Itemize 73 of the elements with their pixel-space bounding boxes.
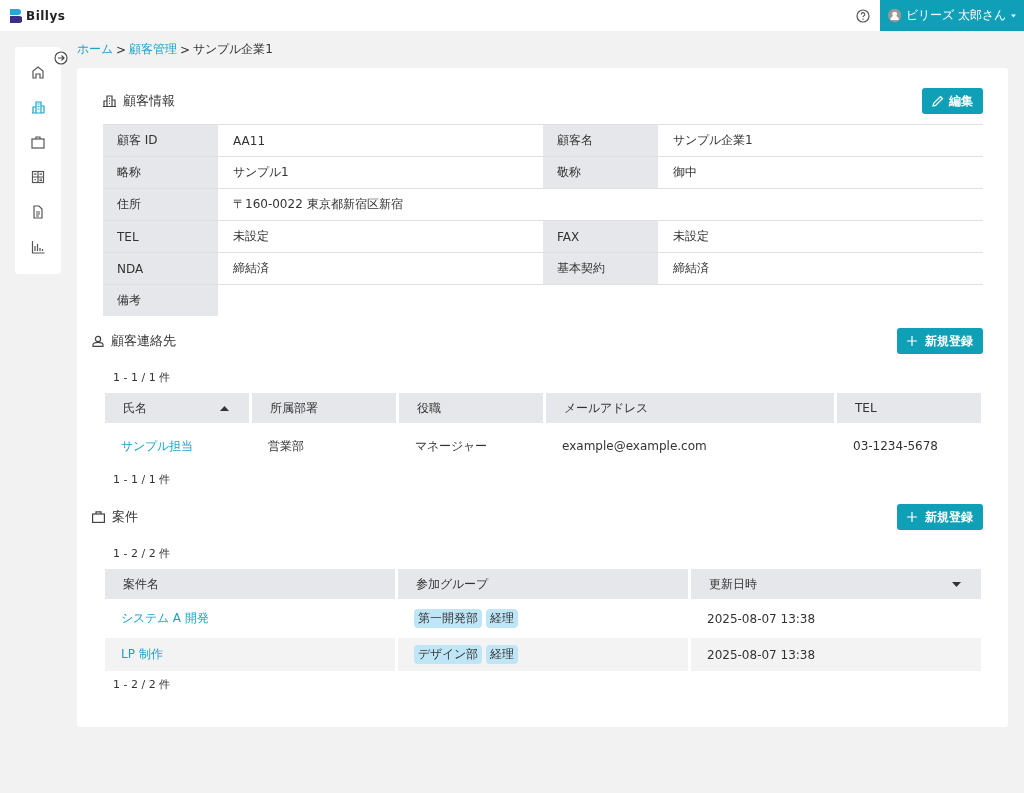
field-value: AA11: [233, 133, 266, 148]
sidebar-chart-icon[interactable]: [31, 240, 45, 254]
table-cell: 営業部: [268, 437, 304, 455]
table-cell: 2025-08-07 13:38: [707, 647, 816, 662]
field-label: 敬称: [543, 157, 658, 188]
plus-icon: [907, 512, 917, 522]
expand-icon[interactable]: [54, 51, 68, 65]
section-title: 顧客情報: [123, 92, 175, 110]
contact-name-link[interactable]: サンプル担当: [121, 437, 193, 455]
record-count: 1 - 2 / 2 件: [113, 676, 172, 693]
column-header[interactable]: TEL: [837, 393, 981, 423]
user-menu-button[interactable]: ビリーズ 太郎さん: [880, 0, 1024, 31]
sidebar-document-icon[interactable]: [31, 205, 45, 219]
group-tag: 経理: [486, 645, 518, 664]
field-value: 締結済: [673, 260, 709, 277]
section-title: 案件: [112, 508, 138, 526]
field-value: 締結済: [233, 260, 269, 277]
group-tag: 第一開発部: [414, 609, 482, 628]
record-count: 1 - 1 / 1 件: [113, 369, 172, 386]
column-header[interactable]: 更新日時: [691, 569, 981, 599]
field-label: NDA: [103, 253, 218, 284]
sidebar-home-icon[interactable]: [31, 65, 45, 79]
column-header[interactable]: メールアドレス: [546, 393, 834, 423]
sidebar-briefcase-icon[interactable]: [31, 135, 45, 149]
field-label: 基本契約: [543, 253, 658, 284]
section-title: 顧客連絡先: [111, 332, 176, 350]
field-label: 略称: [103, 157, 218, 188]
table-cell: 03-1234-5678: [853, 439, 938, 453]
record-count: 1 - 1 / 1 件: [113, 471, 172, 488]
breadcrumb-link[interactable]: 顧客管理: [129, 41, 178, 58]
caret-icon: [1011, 13, 1016, 18]
field-value: サンプル1: [233, 164, 289, 181]
new-button[interactable]: 新規登録: [897, 504, 983, 530]
field-label: 備考: [103, 285, 218, 316]
breadcrumb-separator: >: [116, 42, 127, 57]
field-value: 御中: [673, 164, 697, 181]
avatar-icon: [888, 6, 902, 25]
field-label: 住所: [103, 189, 218, 220]
field-value: サンプル企業1: [673, 132, 753, 149]
column-header[interactable]: 所属部署: [252, 393, 396, 423]
group-tag: 経理: [486, 609, 518, 628]
field-label: FAX: [543, 221, 658, 252]
edit-button[interactable]: 編集: [922, 88, 983, 114]
logo-text: Billys: [26, 8, 66, 23]
field-value: 〒160-0022 東京都新宿区新宿: [233, 196, 403, 213]
breadcrumb-link[interactable]: ホーム: [77, 41, 113, 58]
table-cell: マネージャー: [415, 437, 487, 455]
project-name-link[interactable]: システム A 開発: [121, 610, 209, 627]
column-header[interactable]: 参加グループ: [398, 569, 688, 599]
column-header[interactable]: 案件名: [105, 569, 395, 599]
table-cell: 2025-08-07 13:38: [707, 611, 816, 626]
table-cell: example@example.com: [562, 439, 707, 453]
project-name-link[interactable]: LP 制作: [121, 646, 163, 663]
group-tag: デザイン部: [414, 645, 482, 664]
building-icon: [103, 95, 116, 107]
field-label: TEL: [103, 221, 218, 252]
help-icon[interactable]: [856, 8, 870, 23]
new-button[interactable]: 新規登録: [897, 328, 983, 354]
field-value: 未設定: [673, 228, 709, 245]
column-header[interactable]: 役職: [399, 393, 543, 423]
plus-icon: [907, 336, 917, 346]
briefcase-icon: [92, 511, 105, 523]
person-icon: [92, 335, 104, 347]
field-label: 顧客 ID: [103, 125, 218, 156]
field-value: 未設定: [233, 228, 269, 245]
logo-icon: [10, 8, 22, 23]
pencil-icon: [932, 95, 944, 107]
breadcrumb-current: サンプル企業1: [193, 41, 273, 58]
sidebar-calculator-icon[interactable]: [31, 170, 45, 184]
field-label: 顧客名: [543, 125, 658, 156]
breadcrumb-separator: >: [180, 42, 191, 57]
record-count: 1 - 2 / 2 件: [113, 545, 172, 562]
column-header[interactable]: 氏名: [105, 393, 249, 423]
